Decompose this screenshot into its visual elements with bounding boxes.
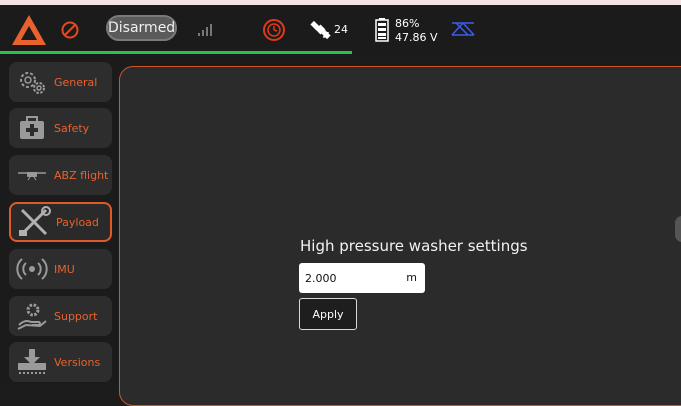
drone-icon	[14, 160, 50, 190]
app-logo-icon[interactable]	[10, 13, 48, 47]
section-title: High pressure washer settings	[300, 237, 528, 255]
washer-distance-input[interactable]	[305, 263, 401, 293]
first-aid-kit-icon	[14, 113, 50, 143]
support-hand-icon	[14, 301, 50, 331]
settings-panel	[119, 66, 681, 406]
signal-strength-icon	[198, 24, 212, 36]
sidebar-item-general[interactable]: General	[9, 62, 112, 102]
unit-label: m	[406, 271, 417, 284]
sidebar-item-imu[interactable]: IMU	[9, 249, 112, 289]
sidebar-item-label: General	[54, 75, 98, 89]
battery-percent: 86%	[395, 17, 420, 30]
sidebar-item-abz-flight[interactable]: ABZ flight	[9, 155, 112, 195]
sidebar-item-support[interactable]: Support	[9, 296, 112, 336]
battery-voltage: 47.86 V	[395, 31, 438, 44]
sidebar-item-safety[interactable]: Safety	[9, 108, 112, 148]
sidebar-item-label: Versions	[54, 355, 101, 369]
radio-waves-icon	[14, 254, 50, 284]
timer-icon[interactable]	[262, 18, 286, 42]
settings-sidebar: General Safety ABZ flight Payload IMU Su…	[0, 55, 118, 385]
sidebar-item-label: ABZ flight	[54, 168, 109, 182]
washer-distance-field: m	[299, 263, 425, 293]
battery-icon[interactable]	[375, 18, 389, 42]
sidebar-item-payload[interactable]: Payload	[9, 202, 112, 242]
sidebar-item-label: Payload	[56, 215, 99, 229]
sidebar-item-label: Support	[54, 309, 98, 323]
sidebar-item-label: IMU	[54, 262, 75, 276]
panel-scroll-handle[interactable]	[675, 216, 681, 242]
rc-link-icon[interactable]	[450, 20, 476, 38]
gears-icon	[14, 67, 50, 97]
sidebar-item-label: Safety	[54, 121, 90, 135]
arm-status-badge[interactable]: Disarmed	[106, 15, 177, 41]
sidebar-item-versions[interactable]: Versions	[9, 342, 112, 382]
download-icon	[14, 347, 50, 377]
satellite-count: 24	[334, 23, 348, 36]
no-entry-icon[interactable]	[60, 20, 80, 40]
satellite-icon[interactable]	[308, 17, 334, 43]
gps-status-line	[0, 51, 352, 54]
tools-icon	[16, 206, 52, 237]
apply-button[interactable]: Apply	[299, 298, 357, 330]
